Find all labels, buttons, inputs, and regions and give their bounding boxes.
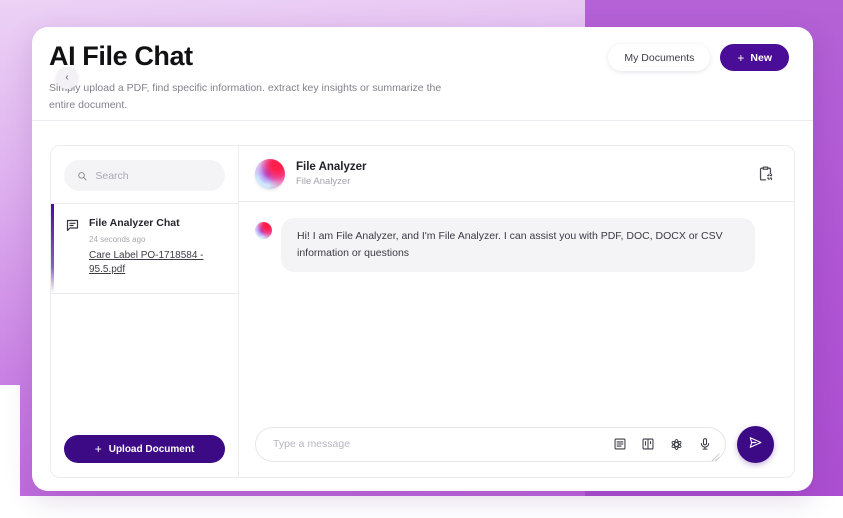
send-paper-plane-icon xyxy=(747,434,764,454)
active-chat-indicator xyxy=(51,204,54,293)
resize-grip-icon[interactable] xyxy=(711,449,720,462)
clipboard-copy-icon[interactable] xyxy=(757,165,774,182)
ai-file-chat-card: AI File Chat Simply upload a PDF, find s… xyxy=(32,27,813,491)
search-input[interactable] xyxy=(95,169,212,182)
search-box[interactable] xyxy=(64,160,225,191)
upload-document-button[interactable]: + Upload Document xyxy=(64,435,225,463)
background-white-left xyxy=(0,385,20,518)
chat-item-meta: File Analyzer Chat 24 seconds ago Care L… xyxy=(89,217,226,278)
composer-field[interactable] xyxy=(255,426,726,462)
chat-messages: Hi! I am File Analyzer, and I'm File Ana… xyxy=(239,202,794,411)
upload-document-label: Upload Document xyxy=(108,443,195,455)
card-header: AI File Chat Simply upload a PDF, find s… xyxy=(32,27,813,121)
new-chat-label: New xyxy=(750,51,772,64)
workspace-panel: File Analyzer Chat 24 seconds ago Care L… xyxy=(50,145,795,478)
sidebar: File Analyzer Chat 24 seconds ago Care L… xyxy=(51,146,239,477)
header-actions: My Documents + New xyxy=(608,44,789,71)
assistant-subtitle: File Analyzer xyxy=(296,176,351,188)
chat-header-text: File Analyzer File Analyzer xyxy=(296,160,746,188)
document-lines-icon[interactable] xyxy=(613,437,627,451)
chat-item-file-link[interactable]: Care Label PO-1718584 - 95.5.pdf xyxy=(89,249,226,278)
header-divider xyxy=(32,120,813,121)
search-container xyxy=(51,146,238,203)
chat-message: Hi! I am File Analyzer, and I'm File Ana… xyxy=(255,218,774,273)
chat-list: File Analyzer Chat 24 seconds ago Care L… xyxy=(51,203,238,435)
plus-icon: + xyxy=(737,50,745,65)
chat-header: File Analyzer File Analyzer xyxy=(239,146,794,202)
message-bubble: Hi! I am File Analyzer, and I'm File Ana… xyxy=(281,218,755,273)
message-composer xyxy=(239,411,794,477)
background-white-bottom xyxy=(0,496,843,518)
chat-item-timestamp: 24 seconds ago xyxy=(89,234,146,244)
openai-flower-icon[interactable] xyxy=(669,437,684,452)
message-avatar xyxy=(255,222,272,239)
new-chat-button[interactable]: + New xyxy=(720,44,789,71)
collapse-sidebar-button[interactable]: ‹ xyxy=(56,67,78,89)
chat-bubble-icon xyxy=(65,218,80,278)
chat-item-title: File Analyzer Chat xyxy=(89,217,180,229)
composer-tools xyxy=(613,437,712,452)
kanban-board-icon[interactable] xyxy=(641,437,655,451)
page-subtitle: Simply upload a PDF, find specific infor… xyxy=(49,82,442,112)
search-icon xyxy=(78,171,87,180)
message-input[interactable] xyxy=(273,438,601,450)
assistant-name: File Analyzer xyxy=(296,160,367,173)
microphone-icon[interactable] xyxy=(698,437,712,451)
plus-icon: + xyxy=(94,442,102,456)
chat-panel: File Analyzer File Analyzer Hi! I am Fil… xyxy=(239,146,794,477)
chevron-left-icon: ‹ xyxy=(65,72,69,83)
assistant-avatar xyxy=(255,158,285,189)
chat-list-item[interactable]: File Analyzer Chat 24 seconds ago Care L… xyxy=(51,203,238,294)
my-documents-button[interactable]: My Documents xyxy=(608,44,711,71)
send-message-button[interactable] xyxy=(737,425,774,463)
sidebar-footer: + Upload Document xyxy=(51,435,238,477)
